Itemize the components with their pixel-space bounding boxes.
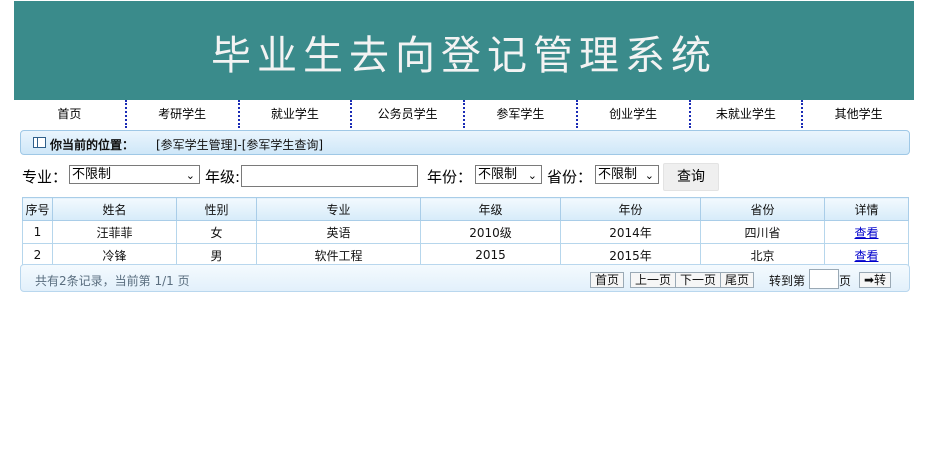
results-table: 序号 姓名 性别 专业 年级 年份 省份 详情 1 汪菲菲 女 英语 2010级… [22,197,909,267]
goto-label: 转到第 [769,274,806,288]
page-number-input[interactable] [809,269,839,289]
cell-major: 英语 [256,220,421,244]
col-header-name: 姓名 [52,197,177,221]
province-select-value: 不限制 [598,167,638,182]
next-page-button[interactable]: 下一页 [675,272,722,288]
grade-input[interactable] [241,165,418,187]
cell-name: 汪菲菲 [52,220,177,244]
pagination-bar: 共有2条记录，当前第 1/1 页 首页 上一页 下一页 尾页 转到第 页 ➡转 [20,264,910,292]
col-header-gender: 性别 [176,197,257,221]
nav-item-civil-servant[interactable]: 公务员学生 [350,100,463,128]
last-page-button[interactable]: 尾页 [720,272,755,288]
breadcrumb: [参军学生管理]-[参军学生查询] [156,138,324,152]
first-page-button[interactable]: 首页 [590,272,625,288]
col-header-grade: 年级 [420,197,561,221]
cell-province: 四川省 [700,220,825,244]
nav-item-home[interactable]: 首页 [14,100,125,128]
record-summary: 共有2条记录，当前第 1/1 页 [35,274,190,288]
year-select[interactable]: 不限制 ⌄ [475,165,542,184]
nav-item-entrepreneur[interactable]: 创业学生 [575,100,689,128]
view-detail-link[interactable]: 查看 [824,220,909,244]
results-table-wrap: 序号 姓名 性别 专业 年级 年份 省份 详情 1 汪菲菲 女 英语 2010级… [22,197,909,267]
province-select[interactable]: 不限制 ⌄ [595,165,659,184]
main-nav: 首页 考研学生 就业学生 公务员学生 参军学生 创业学生 未就业学生 其他学生 [14,100,914,128]
major-select[interactable]: 不限制 ⌄ [69,165,200,184]
table-header-row: 序号 姓名 性别 专业 年级 年份 省份 详情 [22,197,909,221]
major-select-value: 不限制 [72,167,112,182]
grade-label: 年级: [205,168,241,186]
col-header-index: 序号 [22,197,53,221]
table-row: 1 汪菲菲 女 英语 2010级 2014年 四川省 查看 [22,220,909,244]
nav-item-unemployed[interactable]: 未就业学生 [688,100,802,128]
chevron-down-icon: ⌄ [185,169,195,182]
chevron-down-icon: ⌄ [527,169,537,182]
location-label: 你当前的位置： [50,138,135,152]
query-button[interactable]: 查询 [663,163,719,191]
cell-index: 1 [22,220,53,244]
panel-icon [33,137,46,148]
app-title: 毕业生去向登记管理系统 [211,33,717,79]
major-label: 专业： [22,168,68,186]
nav-item-other[interactable]: 其他学生 [801,100,914,128]
year-select-value: 不限制 [478,167,518,182]
header-banner: 毕业生去向登记管理系统 [14,1,914,100]
nav-item-military[interactable]: 参军学生 [463,100,576,128]
chevron-down-icon: ⌄ [644,169,654,182]
col-header-year: 年份 [560,197,701,221]
prev-page-button[interactable]: 上一页 [630,272,677,288]
cell-grade: 2010级 [420,220,561,244]
col-header-province: 省份 [700,197,825,221]
cell-year: 2014年 [560,220,701,244]
year-label: 年份： [427,168,473,186]
page-unit-label: 页 [839,274,852,288]
col-header-major: 专业 [256,197,421,221]
province-label: 省份： [547,168,593,186]
breadcrumb-bar: 你当前的位置： [参军学生管理]-[参军学生查询] [20,130,910,155]
col-header-detail: 详情 [824,197,909,221]
nav-item-employed[interactable]: 就业学生 [237,100,351,128]
nav-item-postgraduate[interactable]: 考研学生 [124,100,238,128]
go-button[interactable]: ➡转 [859,272,892,288]
cell-gender: 女 [176,220,257,244]
